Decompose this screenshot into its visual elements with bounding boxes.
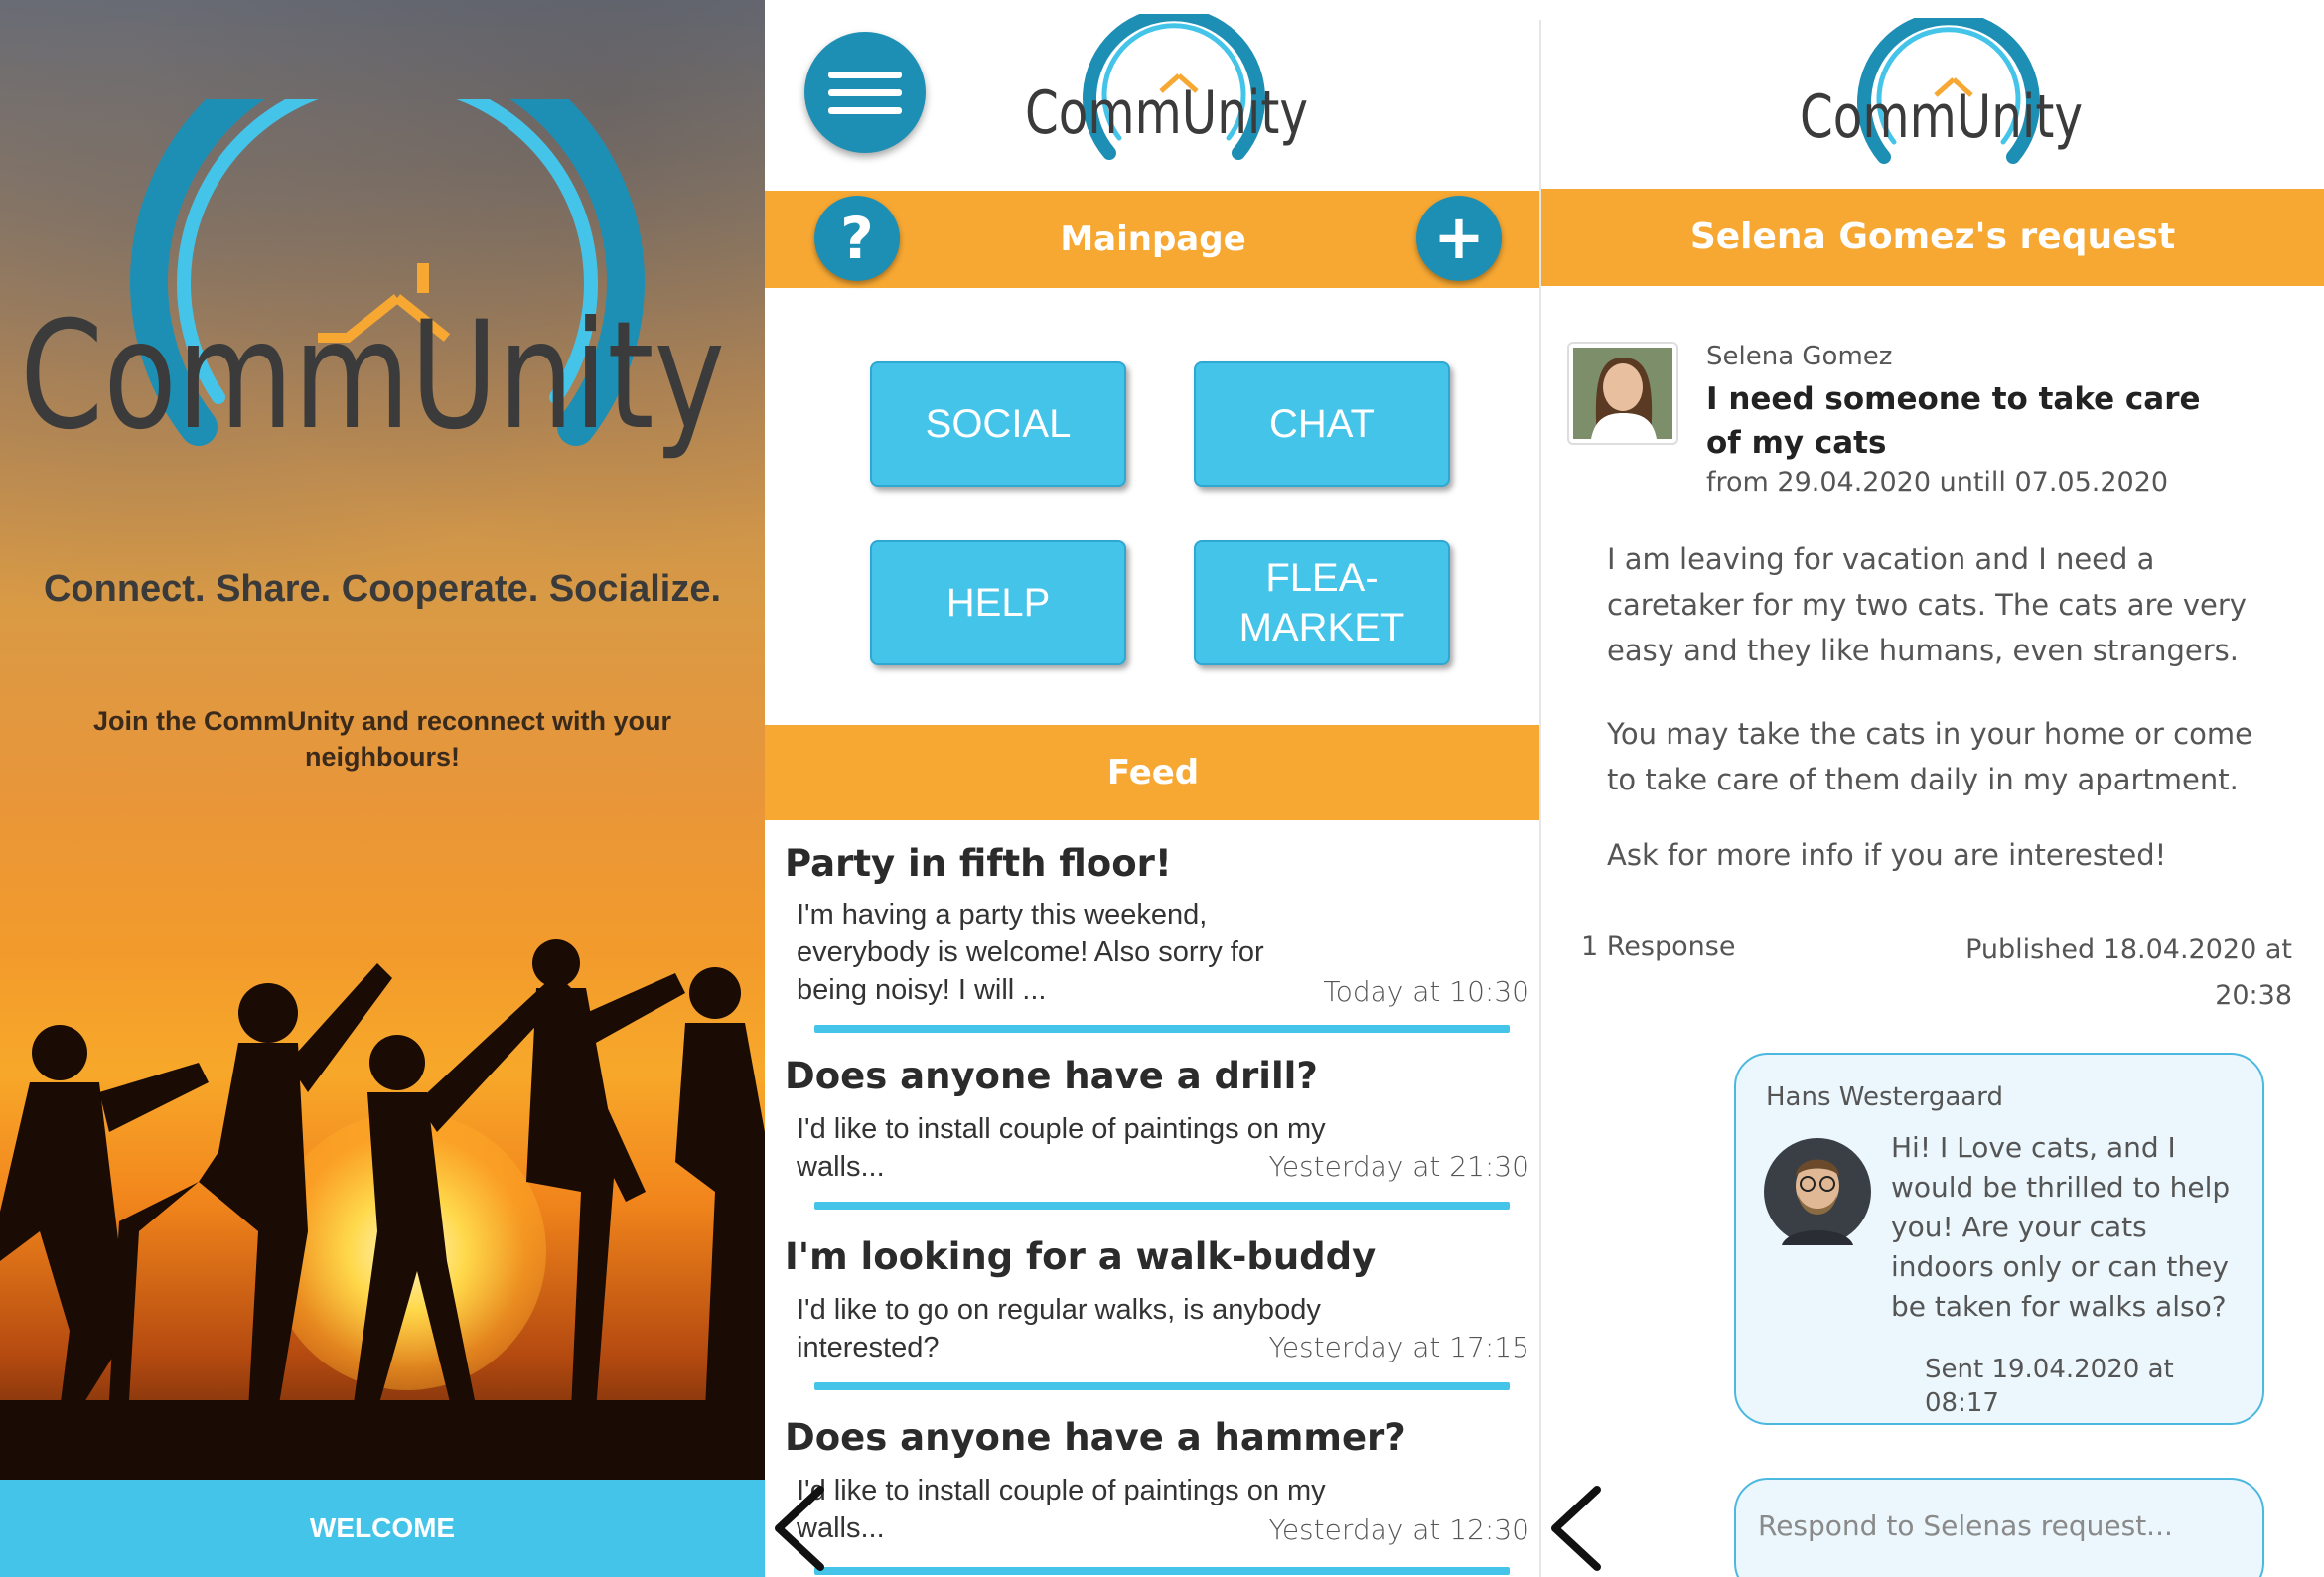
svg-text:CommUnity: CommUnity	[20, 290, 725, 463]
respond-input[interactable]: Respond to Selenas request...	[1734, 1478, 2264, 1577]
request-screen: CommUnity Selena Gomez's request Selena …	[1541, 0, 2324, 1577]
community-logo: CommUnity	[1800, 18, 2083, 164]
responses-count[interactable]: 1 Response	[1581, 932, 1735, 962]
request-paragraph: I am leaving for vacation and I need a c…	[1607, 542, 2247, 667]
feed-item-time: Yesterday at 12:30	[1268, 1513, 1529, 1546]
feed-divider	[814, 1382, 1510, 1390]
svg-text:CommUnity: CommUnity	[1800, 82, 2083, 152]
request-title: I need someone to take care of my cats	[1706, 381, 2201, 461]
feed-item[interactable]: Does anyone have a hammer? I'd like to i…	[785, 1416, 1529, 1577]
feed-item-title: Party in fifth floor!	[785, 842, 1172, 885]
feed-item[interactable]: Party in fifth floor! I'm having a party…	[785, 842, 1529, 1041]
feed-item-title: Does anyone have a drill?	[785, 1055, 1318, 1097]
selena-avatar-icon	[1573, 348, 1672, 439]
page-title: Selena Gomez's request	[1689, 216, 2176, 257]
feed-item-time: Yesterday at 21:30	[1268, 1150, 1529, 1183]
mainpage-screen: CommUnity Mainpage ? + SOCIAL CHAT HELP …	[765, 0, 1541, 1577]
avatar[interactable]	[1567, 342, 1678, 445]
request-paragraph: You may take the cats in your home or co…	[1607, 717, 2252, 796]
request-date-range: from 29.04.2020 untill 07.05.2020	[1706, 467, 2169, 498]
response-author: Hans Westergaard	[1766, 1082, 2004, 1112]
tagline: Connect. Share. Cooperate. Socialize.	[43, 568, 722, 610]
feed-title: Feed	[1106, 753, 1200, 792]
feed-divider	[814, 1025, 1510, 1033]
published-date: Published 18.04.2020 at 20:38	[1965, 934, 2292, 1011]
flea-market-button[interactable]: FLEA-MARKET	[1194, 540, 1450, 665]
welcome-screen: CommUnity Connect. Share. Cooperate. Soc…	[0, 0, 765, 1577]
feed-item-title: I'm looking for a walk-buddy	[785, 1235, 1377, 1278]
feed-item-time: Yesterday at 17:15	[1268, 1331, 1529, 1363]
feed-divider	[814, 1567, 1510, 1575]
plus-icon[interactable]: +	[1416, 196, 1502, 281]
people-silhouettes	[0, 939, 765, 1490]
community-logo: CommUnity	[1025, 14, 1308, 160]
feed-item-body: I'd like to install couple of paintings …	[797, 1475, 1326, 1544]
feed-divider	[814, 1202, 1510, 1210]
request-author: Selena Gomez	[1706, 342, 1893, 371]
response-text: Hi! I Love cats, and I would be thrilled…	[1891, 1131, 2231, 1323]
hans-avatar-icon	[1764, 1138, 1871, 1245]
feed-item-time: Today at 10:30	[1323, 975, 1529, 1008]
feed-header: Feed	[765, 725, 1541, 820]
response-sent-date: Sent 19.04.2020 at 08:17	[1925, 1355, 2174, 1418]
back-arrow-icon[interactable]	[769, 1484, 828, 1573]
feed-item-body: I'm having a party this weekend, everybo…	[797, 899, 1264, 1006]
request-header: Selena Gomez's request	[1541, 189, 2324, 286]
hamburger-menu-icon[interactable]	[804, 32, 926, 153]
welcome-button[interactable]: WELCOME	[0, 1480, 765, 1577]
chat-button[interactable]: CHAT	[1194, 361, 1450, 487]
page-title: Mainpage	[1060, 219, 1246, 259]
feed-item-body: I'd like to go on regular walks, is anyb…	[797, 1294, 1321, 1363]
svg-text:CommUnity: CommUnity	[1025, 78, 1308, 148]
back-arrow-icon[interactable]	[1545, 1484, 1605, 1573]
feed-item[interactable]: Does anyone have a drill? I'd like to in…	[785, 1055, 1529, 1233]
help-button[interactable]: HELP	[870, 540, 1126, 665]
request-paragraph: Ask for more info if you are interested!	[1607, 838, 2167, 872]
join-text: Join the CommUnity and reconnect with yo…	[92, 706, 672, 772]
response-bubble: Hans Westergaard Hi! I Love cats, and I …	[1734, 1053, 2264, 1425]
question-mark-icon[interactable]: ?	[814, 196, 900, 281]
community-logo: CommUnity	[20, 99, 725, 463]
feed-item[interactable]: I'm looking for a walk-buddy I'd like to…	[785, 1235, 1529, 1414]
social-button[interactable]: SOCIAL	[870, 361, 1126, 487]
feed-item-body: I'd like to install couple of paintings …	[797, 1113, 1326, 1183]
feed-item-title: Does anyone have a hammer?	[785, 1416, 1406, 1459]
